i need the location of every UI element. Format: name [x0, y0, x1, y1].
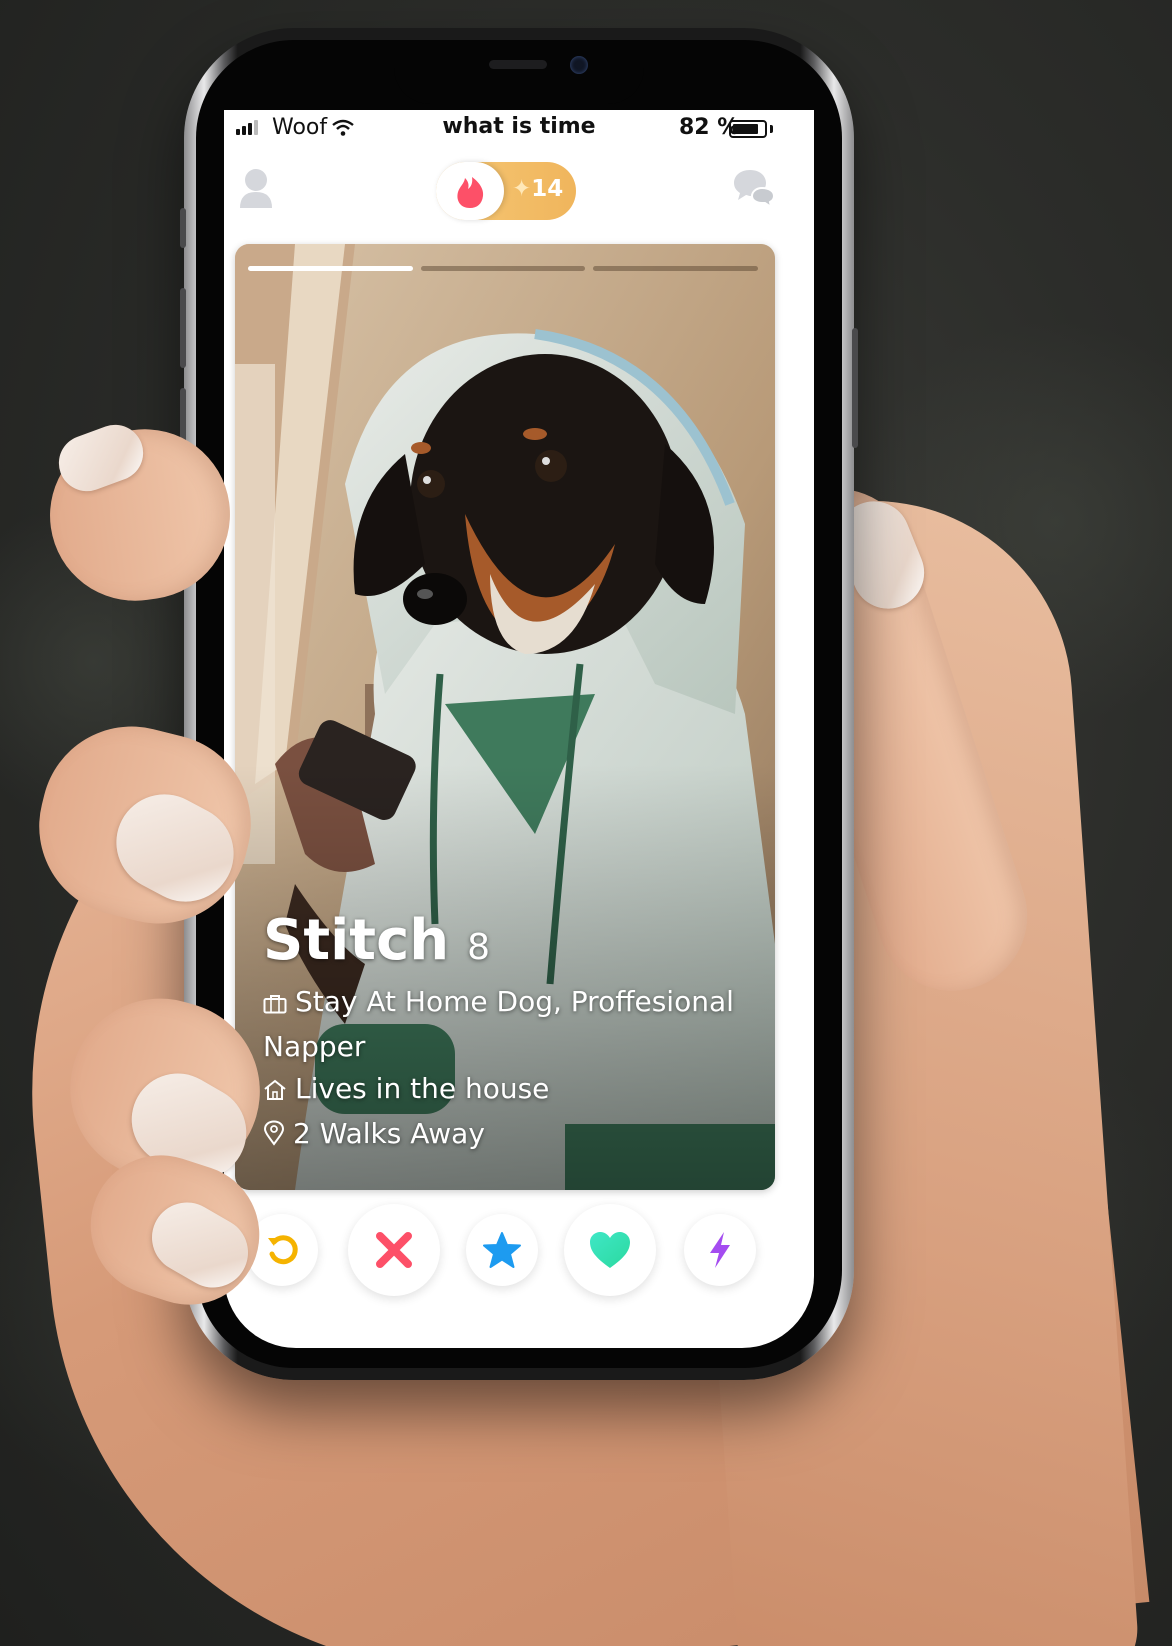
super-like-count-value: 14	[531, 176, 564, 202]
side-button-silent	[180, 208, 186, 248]
phone-frame: Woof what is time 82 % ✦14 Stitch 8 Stay…	[180, 28, 858, 1380]
briefcase-icon	[263, 984, 287, 1026]
heart-icon	[590, 1232, 630, 1268]
battery-icon	[729, 120, 767, 138]
home-icon	[263, 1071, 287, 1113]
profile-icon[interactable]	[238, 166, 274, 214]
boost-button[interactable]	[684, 1214, 756, 1286]
profile-age: 8	[467, 927, 491, 968]
close-icon	[376, 1232, 412, 1268]
chat-icon[interactable]	[732, 166, 776, 212]
location-pin-icon	[263, 1116, 285, 1158]
status-bar: Woof what is time 82 %	[224, 110, 814, 146]
job-line: Stay At Home Dog, Proffesional Napper	[263, 981, 763, 1068]
residence-line: Lives in the house	[263, 1068, 763, 1113]
notch	[394, 40, 644, 104]
like-button[interactable]	[564, 1204, 656, 1296]
photo-progress	[248, 266, 759, 271]
profile-info: Stitch 8 Stay At Home Dog, Proffesional …	[263, 908, 763, 1158]
app-screen: Woof what is time 82 % ✦14 Stitch 8 Stay…	[224, 110, 814, 1348]
distance-line: 2 Walks Away	[263, 1113, 763, 1158]
side-button-power	[852, 328, 858, 448]
profile-details: Stay At Home Dog, Proffesional Napper Li…	[263, 981, 763, 1158]
discovery-mode-toggle[interactable]: ✦14	[436, 162, 576, 220]
flame-icon	[436, 162, 504, 220]
action-bar	[224, 1200, 814, 1300]
top-nav: ✦14	[224, 154, 814, 226]
super-like-button[interactable]	[466, 1214, 538, 1286]
profile-card[interactable]: Stitch 8 Stay At Home Dog, Proffesional …	[235, 244, 775, 1190]
photo-progress-segment	[420, 266, 586, 271]
rewind-icon	[268, 1235, 298, 1265]
residence-text: Lives in the house	[295, 1072, 550, 1105]
side-button-volume-up	[180, 288, 186, 368]
lightning-icon	[710, 1232, 730, 1268]
speaker-grille	[489, 60, 547, 69]
super-like-count: ✦14	[512, 176, 563, 202]
name-line: Stitch 8	[263, 908, 763, 973]
photo-progress-segment	[593, 266, 759, 271]
photo-progress-segment	[248, 266, 413, 271]
front-camera	[570, 56, 588, 74]
battery-cap	[770, 125, 773, 133]
sparkle-icon: ✦	[512, 176, 532, 202]
nope-button[interactable]	[348, 1204, 440, 1296]
job-text: Stay At Home Dog, Proffesional Napper	[263, 985, 734, 1063]
scene-background: Woof what is time 82 % ✦14 Stitch 8 Stay…	[0, 0, 1172, 1646]
star-icon	[483, 1232, 521, 1268]
distance-text: 2 Walks Away	[293, 1117, 485, 1150]
profile-name: Stitch	[263, 908, 450, 973]
